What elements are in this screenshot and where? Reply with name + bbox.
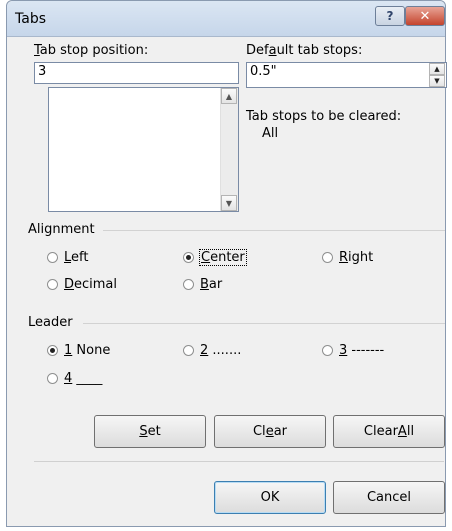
leader-group-header: Leader	[7, 315, 445, 331]
leader-divider	[83, 323, 445, 324]
leader-dashes-radio[interactable]: 3 -------	[322, 343, 384, 358]
help-icon: ?	[386, 9, 394, 23]
tab-stops-cleared-value: All	[262, 126, 279, 141]
leader-dots-label: 2 .......	[200, 343, 242, 358]
alignment-decimal-radio[interactable]: Decimal	[47, 277, 117, 292]
radio-circle	[47, 373, 58, 384]
default-tab-stops-value: 0.5"	[250, 64, 277, 79]
scroll-up-icon[interactable]: ▲	[221, 88, 237, 104]
default-tab-stops-spinner[interactable]: 0.5" ▲ ▼	[246, 62, 447, 88]
leader-dots-radio[interactable]: 2 .......	[183, 343, 241, 358]
radio-circle	[322, 252, 333, 263]
tab-stops-cleared-label: Tab stops to be cleared:	[246, 109, 402, 124]
leader-none-label: 1 None	[64, 343, 111, 358]
help-button[interactable]: ?	[375, 6, 405, 26]
radio-circle	[183, 279, 194, 290]
clear-button[interactable]: Cl e ar	[214, 415, 326, 448]
radio-circle	[47, 252, 58, 263]
clear-all-button[interactable]: Clear All	[333, 415, 445, 448]
alignment-left-radio[interactable]: Left	[47, 250, 88, 265]
button-separator	[34, 461, 444, 462]
leader-none-radio[interactable]: 1 None	[47, 343, 110, 358]
title-bar: Tabs ? ✕	[7, 1, 445, 37]
radio-circle-selected	[183, 252, 194, 263]
alignment-center-label: Center	[199, 249, 247, 266]
scroll-down-icon[interactable]: ▼	[221, 195, 237, 211]
close-button[interactable]: ✕	[405, 6, 445, 26]
set-button[interactable]: Set	[94, 415, 206, 448]
spin-down-icon[interactable]: ▼	[429, 75, 445, 87]
cancel-button[interactable]: Cancel	[333, 481, 445, 514]
leader-underline-label: 4 ____	[64, 371, 103, 386]
ok-button[interactable]: OK	[214, 481, 326, 514]
alignment-bar-radio[interactable]: Bar	[183, 277, 222, 292]
alignment-center-radio[interactable]: Center	[183, 249, 247, 266]
alignment-right-label: Right	[339, 250, 374, 265]
alignment-group-header: Alignment	[7, 222, 445, 238]
alignment-left-label: Left	[64, 250, 89, 265]
tab-stop-position-input[interactable]: 3	[34, 62, 239, 84]
alignment-right-radio[interactable]: Right	[322, 250, 373, 265]
leader-group-title: Leader	[28, 315, 73, 330]
close-icon: ✕	[419, 8, 431, 24]
spin-up-icon[interactable]: ▲	[429, 63, 445, 75]
alignment-decimal-label: Decimal	[64, 277, 118, 292]
leader-underline-radio[interactable]: 4 ____	[47, 371, 102, 386]
radio-circle	[322, 345, 333, 356]
tab-stop-position-label: Tab stop position:	[34, 43, 149, 58]
default-tab-stops-label: Default tab stops:	[246, 43, 363, 58]
tab-stops-listbox[interactable]: ▲ ▼	[48, 87, 239, 212]
alignment-bar-label: Bar	[200, 277, 223, 292]
tabs-dialog: Tabs ? ✕ Tab stop position: 3 ▲ ▼ Defaul…	[6, 0, 447, 527]
listbox-scrollbar[interactable]: ▲ ▼	[220, 88, 238, 211]
leader-dashes-label: 3 -------	[339, 343, 385, 358]
radio-circle-selected	[47, 345, 58, 356]
radio-circle	[183, 345, 194, 356]
dialog-title: Tabs	[15, 11, 46, 27]
alignment-group-title: Alignment	[28, 222, 95, 237]
alignment-divider	[103, 230, 445, 231]
radio-circle	[47, 279, 58, 290]
